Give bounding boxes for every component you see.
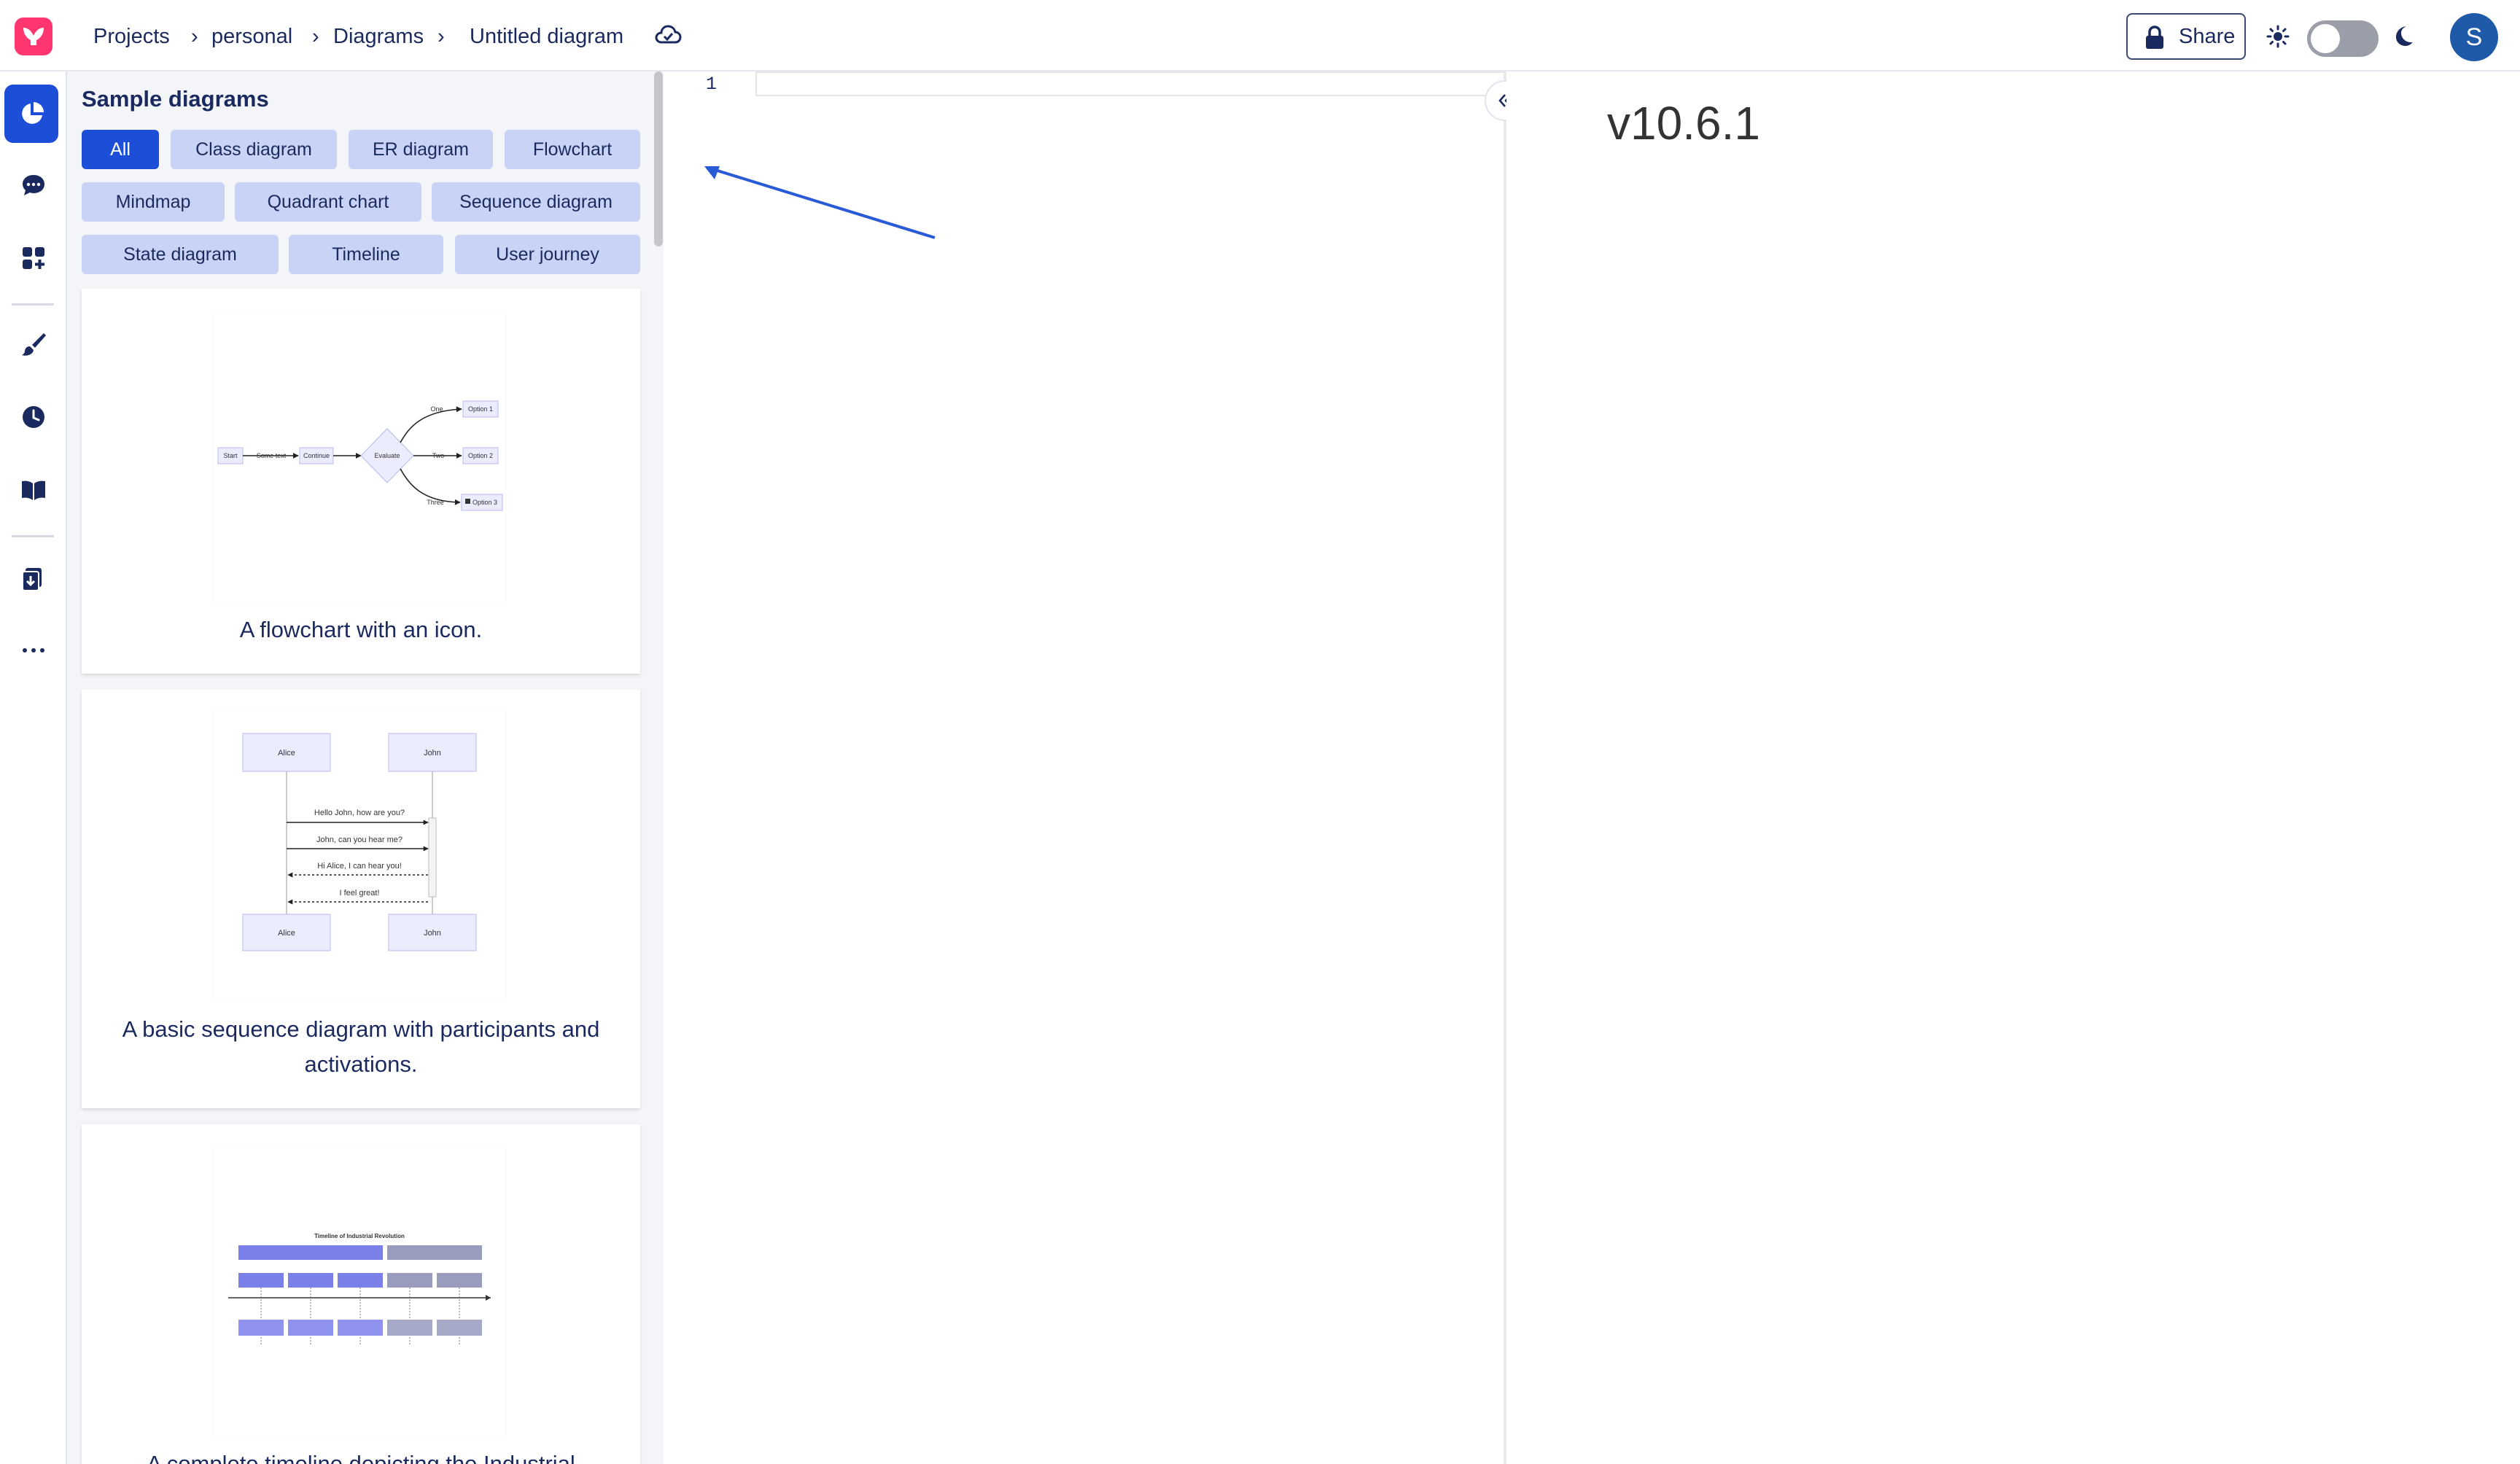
sample-card-flowchart[interactable]: Start Some text Continue Evaluate One Tw… (82, 289, 640, 674)
card-caption: A complete timeline depicting the Indust… (147, 1451, 575, 1464)
rail-export[interactable] (10, 556, 57, 602)
download-icon (22, 568, 42, 591)
avatar[interactable]: S (2450, 13, 2498, 61)
mermaid-logo-icon[interactable] (15, 17, 52, 55)
rail-divider (12, 303, 54, 305)
flow-node-option-3: Option 3 (472, 499, 497, 506)
sun-icon (2266, 25, 2290, 52)
filter-chip-timeline[interactable]: Timeline (289, 235, 443, 274)
filter-chip-flowchart[interactable]: Flowchart (505, 130, 640, 169)
car-icon (465, 499, 470, 504)
participant-john: John (424, 749, 441, 758)
filter-chip-user-journey[interactable]: User journey (455, 235, 640, 274)
mermaid-version: v10.6.1 (1607, 97, 1760, 149)
left-rail (0, 71, 67, 1464)
rail-theme[interactable] (10, 321, 57, 367)
message-label: Hi Alice, I can hear you! (317, 862, 402, 871)
paintbrush-icon (22, 333, 46, 356)
flow-node-continue: Continue (303, 452, 330, 459)
card-caption: A basic sequence diagram with participan… (122, 1016, 600, 1077)
participant-alice: Alice (278, 749, 295, 758)
sample-card-sequence[interactable]: Alice John Hello John, how are you? John… (82, 690, 640, 1108)
card-caption: A flowchart with an icon. (239, 617, 483, 642)
message-label: I feel great! (339, 889, 379, 898)
rail-sample-diagrams[interactable] (4, 85, 58, 143)
participant-john: John (424, 929, 441, 938)
breadcrumb-projects[interactable]: Projects (93, 22, 170, 51)
filter-chip-state-diagram[interactable]: State diagram (82, 235, 279, 274)
top-bar: Projects › personal › Diagrams › Untitle… (0, 0, 2520, 71)
lock-icon (2146, 26, 2163, 49)
moon-icon (2390, 23, 2415, 52)
flow-edge-label: Some text (257, 452, 287, 459)
apps-add-icon (23, 247, 44, 269)
rail-docs[interactable] (10, 467, 57, 513)
arrow-annotation (704, 166, 936, 239)
flow-edge-label: Two (432, 452, 445, 459)
filter-chip-all[interactable]: All (82, 130, 159, 169)
rail-chat[interactable] (10, 162, 57, 209)
filter-chip-class-diagram[interactable]: Class diagram (171, 130, 337, 169)
diagram-title[interactable]: Untitled diagram (470, 22, 623, 51)
filter-chip-quadrant-chart[interactable]: Quadrant chart (235, 182, 421, 222)
clock-icon (23, 406, 44, 428)
flow-node-start: Start (223, 452, 238, 459)
diagram-preview[interactable] (1506, 71, 2520, 1464)
rail-divider (12, 535, 54, 537)
chat-bubble-icon (23, 175, 44, 195)
dark-mode-toggle[interactable] (2307, 20, 2379, 57)
flow-edge-label: Three (427, 499, 444, 506)
sample-card-timeline[interactable]: Timeline of Industrial Revolution A comp… (82, 1124, 640, 1464)
flow-node-evaluate: Evaluate (374, 452, 400, 459)
timeline-title: Timeline of Industrial Revolution (314, 1233, 405, 1239)
rail-more[interactable] (10, 627, 57, 674)
line-number: 1 (706, 74, 718, 95)
cloud-save-icon[interactable] (653, 22, 682, 52)
message-label: John, can you hear me? (316, 836, 402, 844)
flow-node-option-1: Option 1 (468, 405, 493, 413)
breadcrumb-separator: › (312, 25, 319, 48)
rail-plugins[interactable] (10, 235, 57, 281)
breadcrumb-separator: › (438, 25, 445, 48)
panel-title: Sample diagrams (82, 86, 269, 112)
flowchart-thumbnail: Start Some text Continue Evaluate One Tw… (214, 311, 505, 602)
editor-current-line[interactable] (755, 71, 1505, 96)
rail-history[interactable] (10, 394, 57, 440)
breadcrumb-separator: › (191, 25, 198, 48)
book-icon (22, 480, 45, 500)
sequence-thumbnail: Alice John Hello John, how are you? John… (214, 710, 505, 1002)
panel-scrollbar-thumb[interactable] (654, 71, 663, 246)
filter-chip-er-diagram[interactable]: ER diagram (349, 130, 493, 169)
participant-alice: Alice (278, 929, 295, 938)
sample-diagrams-panel: Sample diagrams All Class diagram ER dia… (67, 71, 664, 1464)
more-horizontal-icon (23, 648, 44, 653)
timeline-thumbnail: Timeline of Industrial Revolution (214, 1145, 505, 1436)
breadcrumb-diagrams[interactable]: Diagrams (333, 22, 424, 51)
breadcrumb-workspace[interactable]: personal (211, 22, 292, 51)
share-button[interactable]: Share (2126, 13, 2246, 60)
toggle-knob (2311, 24, 2340, 53)
code-editor[interactable] (665, 71, 1505, 1464)
pie-chart-icon (22, 102, 44, 124)
message-label: Hello John, how are you? (314, 809, 405, 817)
panel-scrollbar-track[interactable] (653, 71, 664, 1464)
filter-chip-sequence-diagram[interactable]: Sequence diagram (432, 182, 640, 222)
flow-edge-label: One (430, 405, 443, 413)
share-label: Share (2179, 25, 2236, 48)
filter-chip-mindmap[interactable]: Mindmap (82, 182, 225, 222)
flow-node-option-2: Option 2 (468, 452, 493, 459)
